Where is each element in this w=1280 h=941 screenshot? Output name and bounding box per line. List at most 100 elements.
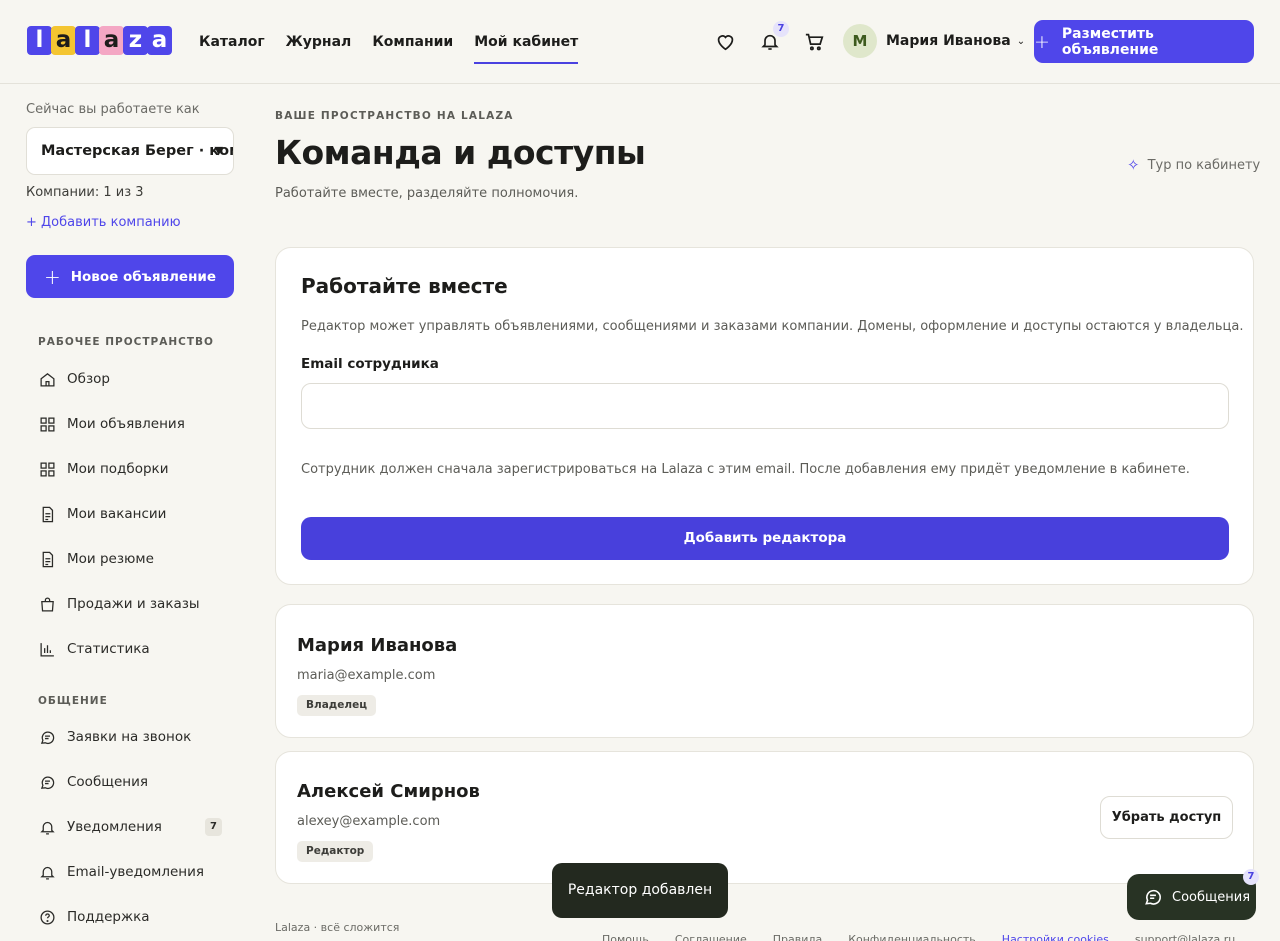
logo-letter: a: [99, 26, 124, 55]
sidebar-item-support[interactable]: Поддержка: [38, 904, 224, 930]
main-nav: Каталог Журнал Компании Мой кабинет: [199, 0, 599, 84]
sidebar-item-label: Продажи и заказы: [67, 596, 200, 612]
sidebar-item-call-requests[interactable]: Заявки на звонок: [38, 724, 224, 750]
member-name: Мария Иванова: [297, 635, 458, 656]
sparkle-icon: ✧: [1127, 156, 1140, 174]
sidebar-item-label: Мои вакансии: [67, 506, 167, 522]
chat-bubble-icon: [38, 773, 56, 791]
add-editor-button[interactable]: Добавить редактора: [301, 517, 1229, 560]
sidebar-item-vacancies[interactable]: Мои вакансии: [38, 501, 224, 527]
avatar: М: [843, 24, 877, 58]
company-select[interactable]: Мастерская Берег · ком ▼: [26, 127, 234, 175]
page-eyebrow: ВАШЕ ПРОСТРАНСТВО НА LALAZA: [275, 110, 514, 122]
sidebar-item-label: Мои резюме: [67, 551, 154, 567]
chevron-down-icon: ⌄: [1016, 35, 1026, 47]
chat-bubble-icon: [38, 728, 56, 746]
nav-journal[interactable]: Журнал: [286, 0, 352, 84]
member-card: Мария Иванова maria@example.com Владелец: [275, 604, 1254, 738]
tour-link[interactable]: ✧ Тур по кабинету: [1127, 156, 1260, 174]
sidebar-item-label: Email-уведомления: [67, 864, 205, 880]
page-title: Команда и доступы: [275, 133, 646, 172]
sidebar-item-label: Статистика: [67, 641, 150, 657]
bell-icon: [38, 863, 56, 881]
toast-notification: Редактор добавлен: [552, 863, 728, 918]
notifications-count-badge: 7: [205, 818, 222, 836]
footer-link-cookies[interactable]: Настройки cookies: [1002, 933, 1109, 941]
grid-icon: [38, 460, 56, 478]
heart-icon[interactable]: [712, 28, 738, 54]
sidebar-item-collections[interactable]: Мои подборки: [38, 456, 224, 482]
footer-tagline: Lalaza · всё сложится: [275, 921, 400, 934]
footer-link-rules[interactable]: Правила: [773, 933, 822, 941]
nav-my-cabinet[interactable]: Мой кабинет: [474, 0, 579, 84]
logo-letter: l: [27, 26, 52, 55]
sidebar-item-overview[interactable]: Обзор: [38, 366, 224, 392]
sidebar-item-label: Сообщения: [67, 774, 149, 790]
section-workspace: РАБОЧЕЕ ПРОСТРАНСТВО: [38, 336, 214, 348]
logo-letter: a: [51, 26, 76, 55]
new-ad-button[interactable]: + Новое объявление: [26, 255, 234, 298]
bell-icon: [38, 818, 56, 836]
user-menu[interactable]: М Мария Иванова ⌄: [843, 24, 1025, 58]
role-badge: Редактор: [297, 841, 374, 862]
employee-email-input[interactable]: [301, 383, 1229, 429]
nav-companies[interactable]: Компании: [372, 0, 453, 84]
nav-catalog[interactable]: Каталог: [199, 0, 265, 84]
messages-widget-label: Сообщения: [1172, 889, 1251, 905]
new-ad-label: Новое объявление: [70, 268, 217, 285]
footer-link-agreement[interactable]: Соглашение: [675, 933, 747, 941]
company-select-value: Мастерская Берег · ком: [41, 143, 234, 159]
help-circle-icon: [38, 908, 56, 926]
sidebar-item-my-ads[interactable]: Мои объявления: [38, 411, 224, 437]
sidebar-item-label: Мои подборки: [67, 461, 169, 477]
post-ad-label: Разместить объявление: [1061, 25, 1159, 58]
post-ad-button[interactable]: + Разместить объявление: [1034, 20, 1254, 63]
logo-letter: z: [123, 26, 148, 55]
sidebar-item-label: Мои объявления: [67, 416, 185, 432]
footer-link-help[interactable]: Помощь: [602, 933, 649, 941]
footer-link-support-email[interactable]: support@lalaza.ru: [1135, 933, 1235, 941]
home-icon: [38, 370, 56, 388]
member-name: Алексей Смирнов: [297, 781, 480, 802]
sidebar-item-resumes[interactable]: Мои резюме: [38, 546, 224, 572]
member-email: alexey@example.com: [297, 814, 441, 829]
chevron-down-icon: ▼: [214, 144, 223, 157]
user-name: Мария Иванова: [886, 33, 1011, 49]
footer-links: Помощь Соглашение Правила Конфиденциальн…: [602, 933, 1261, 941]
add-company-link[interactable]: + Добавить компанию: [26, 215, 181, 230]
sidebar-item-label: Заявки на звонок: [67, 729, 192, 745]
cart-icon[interactable]: [801, 28, 827, 54]
document-icon: [38, 505, 56, 523]
sidebar-item-statistics[interactable]: Статистика: [38, 636, 224, 662]
sidebar-item-label: Уведомления: [67, 819, 162, 835]
sidebar-item-messages[interactable]: Сообщения: [38, 769, 224, 795]
sidebar-item-sales[interactable]: Продажи и заказы: [38, 591, 224, 617]
revoke-access-button[interactable]: Убрать доступ: [1100, 796, 1233, 839]
sidebar-item-email-notifications[interactable]: Email-уведомления: [38, 859, 224, 885]
sidebar-item-label: Поддержка: [67, 909, 150, 925]
bar-chart-icon: [38, 640, 56, 658]
messages-count-badge: 7: [1243, 869, 1259, 885]
logo-letter: a: [147, 26, 172, 55]
email-field-label: Email сотрудника: [301, 356, 439, 372]
sidebar-item-label: Обзор: [67, 371, 110, 387]
invite-hint: Сотрудник должен сначала зарегистрироват…: [301, 462, 1190, 477]
chat-bubble-icon: [1143, 887, 1163, 907]
invite-card-title: Работайте вместе: [301, 274, 508, 298]
footer-link-privacy[interactable]: Конфиденциальность: [848, 933, 976, 941]
page-subtitle: Работайте вместе, разделяйте полномочия.: [275, 186, 579, 201]
top-header: l a l a z a Каталог Журнал Компании Мой …: [0, 0, 1280, 84]
shopping-bag-icon: [38, 595, 56, 613]
messages-widget-button[interactable]: Сообщения: [1127, 874, 1256, 920]
member-email: maria@example.com: [297, 668, 436, 683]
notifications-badge: 7: [773, 21, 789, 37]
working-as-caption: Сейчас вы работаете как: [26, 102, 200, 117]
role-badge: Владелец: [297, 695, 376, 716]
lalaza-logo[interactable]: l a l a z a: [27, 26, 172, 56]
sidebar-item-notifications[interactable]: Уведомления 7: [38, 814, 224, 840]
invite-card-description: Редактор может управлять объявлениями, с…: [301, 319, 1244, 334]
tour-label: Тур по кабинету: [1147, 157, 1261, 173]
invite-card: Работайте вместе Редактор может управлят…: [275, 247, 1254, 585]
grid-icon: [38, 415, 56, 433]
plus-icon: +: [43, 264, 61, 289]
